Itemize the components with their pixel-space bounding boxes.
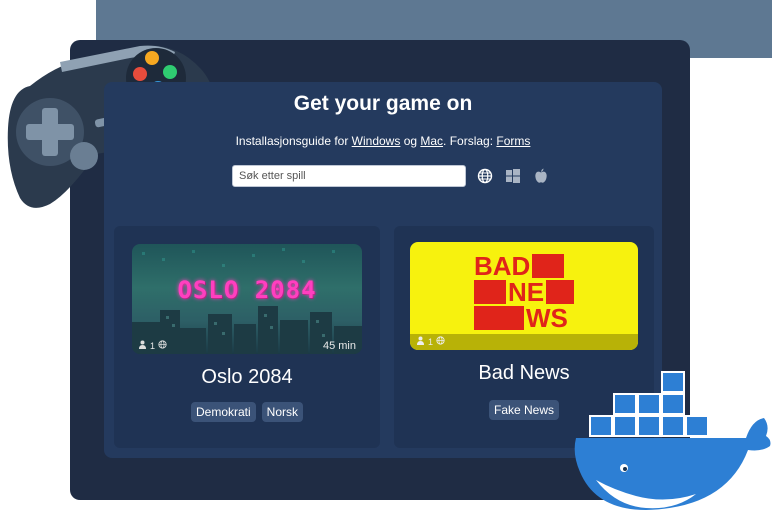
logo-block [532, 254, 565, 278]
bad-news-text-line-1: BAD [474, 251, 531, 281]
tag-list: Demokrati Norsk [114, 402, 380, 422]
player-count: 1 [150, 340, 156, 351]
game-title[interactable]: Oslo 2084 [114, 366, 380, 389]
tag-norsk[interactable]: Norsk [261, 402, 304, 422]
game-duration: 45 min [322, 340, 356, 352]
docker-whale-icon [574, 371, 771, 510]
bad-news-text-line-3: WS [526, 303, 568, 333]
bad-news-line-3: WS [474, 303, 568, 333]
suggest-prefix: . Forslag: [443, 134, 497, 148]
game-thumbnail[interactable]: BAD NE WS 1 [410, 242, 638, 350]
bad-news-text-line-2: NE [508, 277, 545, 307]
globe-icon [436, 336, 445, 347]
guide-prefix: Installasjonsguide for [235, 134, 352, 148]
search-input[interactable] [232, 165, 466, 187]
guide-og: og [400, 134, 421, 148]
thumbnail-title: OSLO 2084 [177, 276, 317, 304]
page-title: Get your game on [293, 92, 473, 115]
apple-icon[interactable] [532, 167, 550, 185]
game-meta: 1 [138, 340, 167, 351]
globe-icon[interactable] [476, 167, 494, 185]
player-icon [138, 340, 147, 351]
windows-guide-link[interactable]: Windows [352, 134, 401, 148]
logo-block [546, 280, 575, 304]
game-meta: 1 [416, 336, 445, 347]
tag-demokrati[interactable]: Demokrati [190, 402, 256, 422]
logo-block [474, 306, 524, 330]
logo-block [474, 280, 506, 304]
install-guide-text: Installasjonsguide for Windows og Mac. F… [104, 134, 662, 148]
bad-news-line-2: NE [474, 277, 575, 307]
globe-icon [158, 340, 167, 351]
bad-news-line-1: BAD [474, 251, 565, 281]
search-row [232, 164, 550, 188]
game-thumbnail[interactable]: OSLO 2084 1 45 min [132, 244, 362, 354]
game-card-oslo-2084[interactable]: OSLO 2084 1 45 min Oslo 2084 Demokrati N… [114, 226, 380, 448]
player-icon [416, 336, 425, 347]
forms-link[interactable]: Forms [496, 134, 530, 148]
player-count: 1 [428, 336, 434, 347]
mac-guide-link[interactable]: Mac [420, 134, 443, 148]
tag-fake-news[interactable]: Fake News [488, 400, 560, 420]
windows-icon[interactable] [504, 167, 522, 185]
